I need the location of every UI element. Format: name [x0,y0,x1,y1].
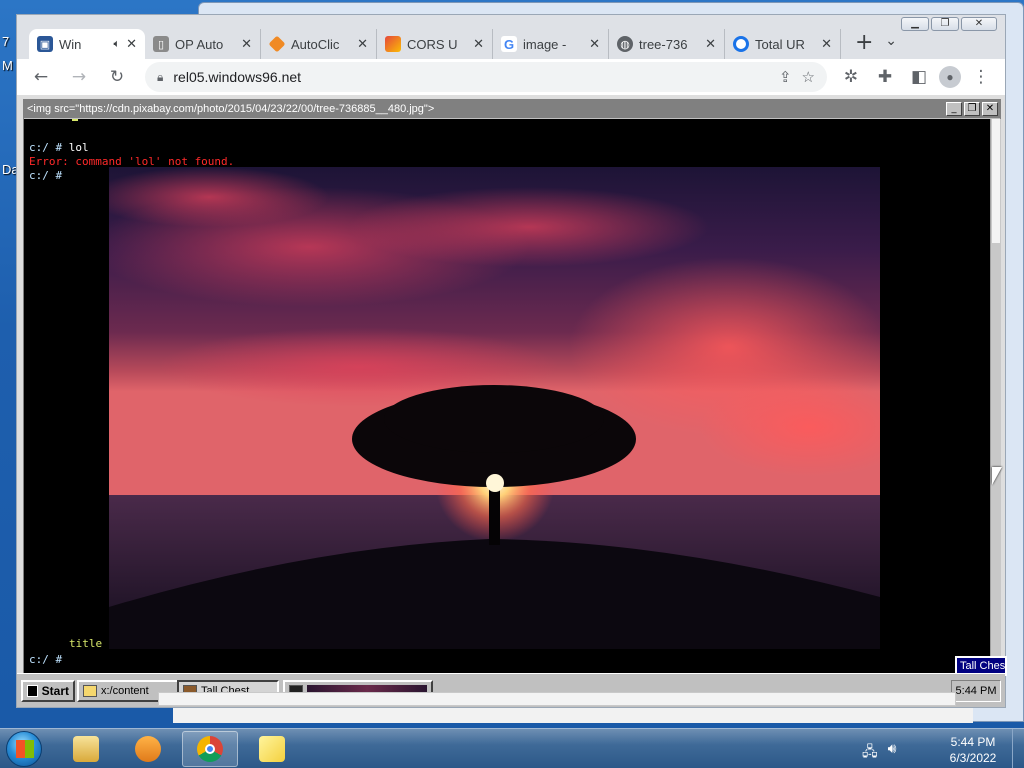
tab-close-icon[interactable]: ✕ [357,37,368,52]
clock-time: 5:44 PM [950,735,996,749]
puzzle-extensions-icon[interactable]: ✚ [871,63,899,91]
chrome-icon [197,736,223,762]
tab-close-icon[interactable]: ✕ [589,37,600,52]
chrome-window: ▁ ❐ ✕ ▣ Win 🔈︎ ✕ ▯ OP Auto ✕ AutoClic ✕ … [16,14,1007,708]
folder-icon [83,685,97,697]
tab-google-image[interactable]: G image - ✕ [493,29,609,59]
w96-window-controls: _ ❐ ✕ [946,102,1000,116]
w96-terminal-window: <img src="https://cdn.pixabay.com/photo/… [23,99,1001,675]
circle-favicon-icon [733,36,749,52]
desktop-label-7: 7 [2,34,10,49]
bookmark-star-icon[interactable]: ☆ [802,68,815,86]
tab-close-icon[interactable]: ✕ [126,37,137,52]
tab-title: image - [523,36,567,52]
w96-restore-icon[interactable]: ❐ [964,102,980,116]
tab-autoclicker[interactable]: AutoClic ✕ [261,29,377,59]
tab-title: Win [59,36,82,52]
back-arrow-icon[interactable]: ← [27,63,55,91]
globe-favicon-icon: ◍ [617,36,633,52]
tab-title: AutoClic [291,36,340,52]
extensions-area: ✲ ✚ ◧ ● ⋮ [837,63,995,91]
tab-close-icon[interactable]: ✕ [821,37,832,52]
clock-date: 6/3/2022 [949,751,997,765]
show-desktop-button[interactable] [1012,729,1024,768]
tab-cors[interactable]: CORS U ✕ [377,29,493,59]
forward-arrow-icon[interactable]: → [65,63,93,91]
volume-icon[interactable]: 🔊︎ [888,741,897,765]
terminal-title-text: title [69,637,103,650]
terminal-prompt: c:/ # [29,653,63,666]
w96-start-button[interactable]: Start [21,680,75,702]
mouse-favicon-icon: ▯ [153,36,169,52]
scrollbar-thumb[interactable] [992,119,1000,243]
tab-search-chevron-icon[interactable]: ⌄ [885,33,897,49]
start-label: Start [41,684,69,698]
windows-taskbar: 🖧︎ 🔊︎ 5:44 PM 6/3/2022 [0,728,1024,768]
tab-total-url[interactable]: Total UR ✕ [725,29,841,59]
sticky-notes-icon [259,736,285,762]
tab-title: Total UR [755,36,805,52]
system-tray: 🖧︎ 🔊︎ [862,741,896,765]
bug-extension-icon[interactable]: ✲ [837,63,865,91]
profile-avatar-icon[interactable]: ● [939,66,961,88]
terminal-command: lol [68,141,89,154]
new-tab-button[interactable]: + [841,30,887,59]
tab-close-icon[interactable]: ✕ [241,37,252,52]
system-clock[interactable]: 5:44 PM 6/3/2022 [940,734,1006,766]
network-icon[interactable]: 🖧︎ [862,741,878,765]
cors-favicon-icon [385,36,401,52]
w96-clock: 5:44 PM [951,680,1001,702]
terminal-prompt: c:/ # [29,169,63,182]
w96-close-icon[interactable]: ✕ [982,102,998,116]
w96-window-titlebar[interactable]: <img src="https://cdn.pixabay.com/photo/… [24,100,1000,118]
desktop-label-m: M [2,58,13,73]
menu-kebab-icon[interactable]: ⋮ [967,63,995,91]
terminal-prompt: c:/ # [29,141,63,154]
diamond-favicon-icon [268,35,286,53]
reload-icon[interactable]: ↻ [103,63,131,91]
explorer-pin[interactable] [58,731,114,767]
lock-icon[interactable]: 🔒︎ [157,70,163,85]
tab-strip: ▣ Win 🔈︎ ✕ ▯ OP Auto ✕ AutoClic ✕ CORS U… [17,25,1005,59]
tab-close-icon[interactable]: ✕ [705,37,716,52]
windows96-favicon-icon: ▣ [37,36,53,52]
page-content: <img src="https://cdn.pixabay.com/photo/… [17,95,1007,707]
sticky-notes-pin[interactable] [244,731,300,767]
w96-logo-icon [27,685,38,697]
tree-sunset-image [109,167,880,649]
w96-minimize-icon[interactable]: _ [946,102,962,116]
horizontal-scroll-strip[interactable] [158,692,956,706]
folder-icon [73,736,99,762]
mouse-pointer-icon [992,467,1002,485]
terminal-cursor [72,119,78,121]
w96-window-title: <img src="https://cdn.pixabay.com/photo/… [27,103,435,115]
terminal-output[interactable]: c:/ # lol Error: command 'lol' not found… [24,119,990,675]
start-orb-icon[interactable] [6,731,42,767]
tab-windows96[interactable]: ▣ Win 🔈︎ ✕ [29,29,145,59]
speaker-icon[interactable]: 🔈︎ [113,37,120,51]
share-icon[interactable]: ⇪ [779,68,792,86]
terminal-scrollbar[interactable] [990,119,1001,675]
media-player-pin[interactable] [120,731,176,767]
chrome-pin[interactable] [182,731,238,767]
side-panel-icon[interactable]: ◧ [905,63,933,91]
tab-title: OP Auto [175,36,224,52]
taskbar-item-label: x:/content [101,685,149,697]
tab-op-auto[interactable]: ▯ OP Auto ✕ [145,29,261,59]
tab-title: CORS U [407,36,458,52]
tab-tree-image[interactable]: ◍ tree-736 ✕ [609,29,725,59]
address-bar[interactable]: 🔒︎ rel05.windows96.net ⇪ ☆ [145,62,827,92]
tab-title: tree-736 [639,36,688,52]
media-player-icon [135,736,161,762]
tab-close-icon[interactable]: ✕ [473,37,484,52]
google-favicon-icon: G [501,36,517,52]
url-text[interactable]: rel05.windows96.net [173,69,769,85]
browser-toolbar: ← → ↻ 🔒︎ rel05.windows96.net ⇪ ☆ ✲ ✚ ◧ ●… [17,59,1005,95]
terminal-line: c:/ # lol [29,141,89,155]
